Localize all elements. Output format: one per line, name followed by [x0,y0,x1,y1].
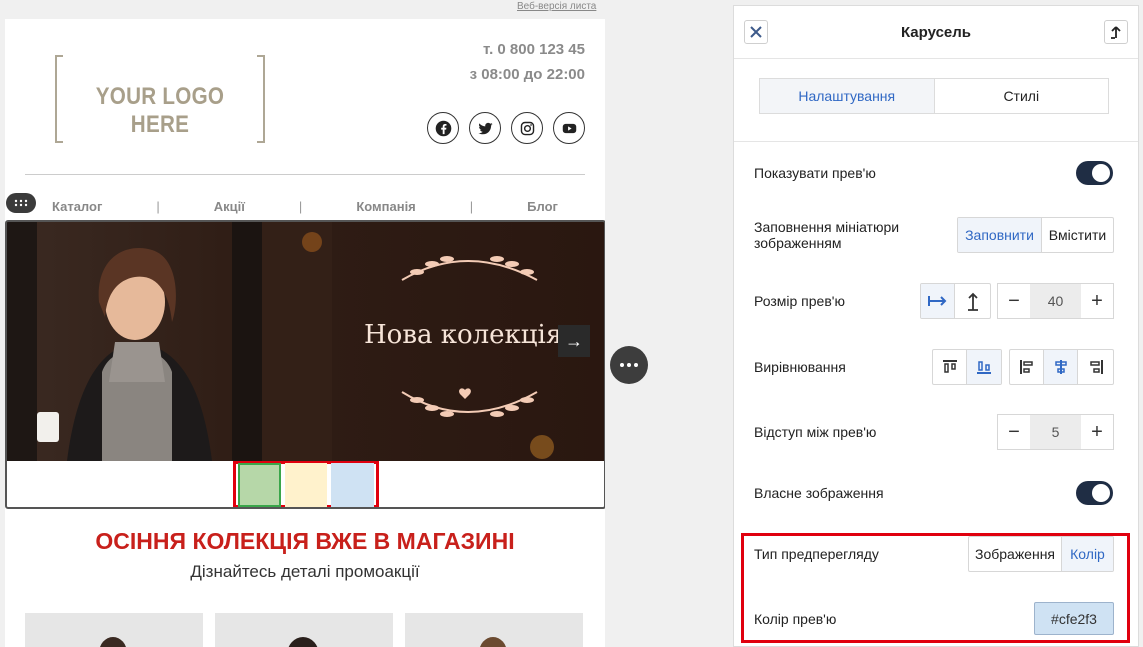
custom-image-label: Власне зображення [754,485,884,501]
fit-option[interactable]: Вмістити [1042,218,1113,252]
menu-item-blog[interactable]: Блог [527,199,558,214]
instagram-icon[interactable] [511,112,543,144]
menu-separator: | [298,199,303,214]
carousel-block[interactable]: Нова колекція → [5,220,605,509]
carousel-next-arrow[interactable]: → [558,325,590,357]
horizontal-align-segmented [1009,349,1114,385]
align-bottom-icon[interactable] [967,350,1001,384]
tab-styles[interactable]: Стилі [935,79,1109,113]
logo-bracket-right [257,55,265,143]
carousel-thumbnail-1[interactable] [238,462,281,507]
preview-gap-value[interactable]: 5 [1030,415,1081,449]
alignment-label: Вирівнювання [754,359,846,375]
decrease-size-button[interactable]: − [998,284,1030,318]
slide-title: Нова колекція [364,320,563,350]
preview-size-label: Розмір прев'ю [754,293,845,309]
facebook-icon[interactable] [427,112,459,144]
align-center-icon[interactable] [1044,350,1078,384]
panel-tabs: Налаштування Стилі [759,78,1109,114]
align-left-icon[interactable] [1010,350,1044,384]
product-image-2[interactable] [215,613,393,647]
preview-gap-label: Відступ між прев'ю [754,424,877,440]
show-preview-toggle[interactable] [1076,161,1113,185]
twitter-icon[interactable] [469,112,501,144]
drag-handle-icon[interactable] [6,193,36,213]
email-menu: Каталог | Акції | Компанія | Блог [25,199,585,214]
carousel-slide-image: Нова колекція [7,222,604,461]
working-hours: з 08:00 до 22:00 [469,66,585,83]
youtube-icon[interactable] [553,112,585,144]
web-version-link[interactable]: Веб-версія листа [517,1,596,12]
height-arrow-icon[interactable] [955,284,990,318]
carousel-thumbnails [233,461,379,507]
increase-size-button[interactable]: + [1081,284,1113,318]
panel-title: Карусель [900,24,972,41]
align-top-icon[interactable] [933,350,967,384]
email-canvas: YOUR LOGO HERE т. 0 800 123 45 з 08:00 д… [5,19,605,647]
fill-thumbnail-label: Заповнення мініатюри зображенням [754,219,900,251]
fill-option[interactable]: Заповнити [958,218,1042,252]
menu-item-catalog[interactable]: Каталог [52,199,102,214]
logo[interactable]: YOUR LOGO HERE [55,55,265,143]
menu-separator: | [469,199,474,214]
increase-gap-button[interactable]: + [1081,415,1113,449]
menu-separator: | [156,199,160,214]
fill-thumbnail-segmented: Заповнити Вмістити [957,217,1114,253]
carousel-thumbnail-3[interactable] [331,462,374,507]
preview-size-stepper: − 40 + [997,283,1114,319]
preview-type-image-option[interactable]: Зображення [969,537,1062,571]
panel-header: Карусель [734,6,1138,59]
preview-size-value[interactable]: 40 [1030,284,1081,318]
carousel-thumbnail-2[interactable] [284,462,328,507]
promo-title: ОСІННЯ КОЛЕКЦІЯ ВЖЕ В МАГАЗИНІ [95,528,515,554]
logo-bracket-left [55,55,63,143]
preview-color-label: Колір прев'ю [754,611,837,627]
preview-color-swatch[interactable]: #cfe2f3 [1034,602,1114,635]
decrease-gap-button[interactable]: − [998,415,1030,449]
width-arrow-icon[interactable] [921,284,955,318]
settings-panel: Карусель Налаштування Стилі Показувати п… [733,5,1139,647]
custom-image-toggle[interactable] [1076,481,1113,505]
menu-item-promotions[interactable]: Акції [214,199,245,214]
move-up-icon[interactable] [1104,20,1128,44]
promo-subtitle: Дізнайтесь деталі промоакції [190,562,420,581]
preview-gap-stepper: − 5 + [997,414,1114,450]
menu-item-company[interactable]: Компанія [356,199,415,214]
phone-number: т. 0 800 123 45 [483,41,585,58]
show-preview-label: Показувати прев'ю [754,165,876,181]
product-image-3[interactable] [405,613,583,647]
section-divider [734,141,1138,142]
preview-type-color-option[interactable]: Колір [1062,537,1113,571]
vertical-align-segmented [932,349,1002,385]
header-divider [25,174,585,175]
preview-type-segmented: Зображення Колір [968,536,1114,572]
block-options-icon[interactable] [610,346,648,384]
tab-settings[interactable]: Налаштування [760,79,935,113]
align-right-icon[interactable] [1078,350,1113,384]
product-image-1[interactable] [25,613,203,647]
logo-text: YOUR LOGO HERE [95,83,225,138]
preview-type-label: Тип предперегляду [754,546,879,562]
social-links [427,112,585,144]
size-direction-segmented [920,283,991,319]
